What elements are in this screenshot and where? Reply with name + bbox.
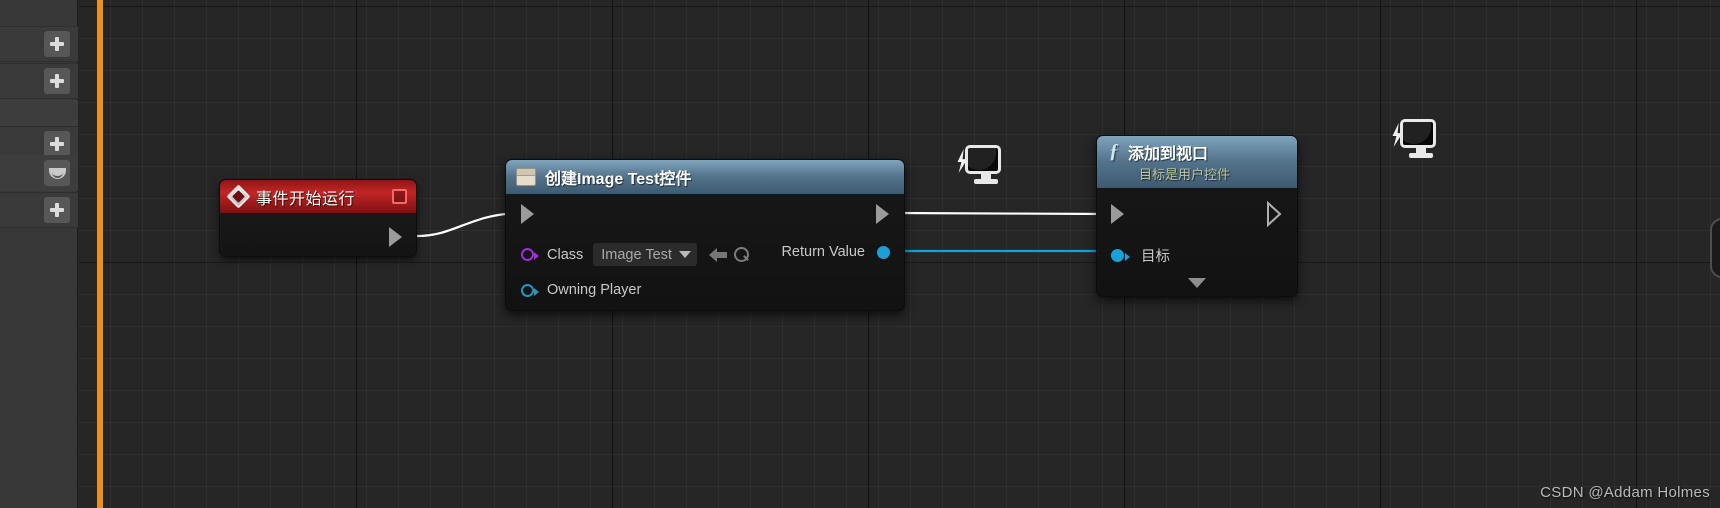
input-row-target: 目标: [1111, 245, 1170, 266]
sidebar-item-add-row-4[interactable]: [0, 192, 78, 228]
input-label-owning-player: Owning Player: [547, 282, 642, 298]
node-add-to-viewport-subtitle: 目标是用户控件: [1139, 166, 1231, 182]
chevron-down-icon[interactable]: [1188, 278, 1206, 288]
sidebar-item-add-row-1[interactable]: [0, 26, 78, 62]
node-event-title: 事件开始运行: [256, 190, 356, 208]
node-event-body: [220, 213, 416, 256]
plus-icon[interactable]: [44, 131, 70, 157]
class-dropdown-value: Image Test: [601, 246, 672, 263]
offscreen-node-edge[interactable]: [1710, 218, 1720, 278]
breakpoint-square-icon[interactable]: [392, 189, 407, 204]
exec-in-pin[interactable]: [521, 204, 534, 224]
monitor-debug-icon[interactable]: [1390, 119, 1436, 161]
owning-player-pin[interactable]: [521, 283, 539, 297]
plus-icon[interactable]: [44, 197, 70, 223]
plus-icon[interactable]: [44, 31, 70, 57]
back-arrow-icon[interactable]: [708, 247, 727, 262]
node-add-to-viewport-titlebar: ƒ 添加到视口 目标是用户控件: [1097, 136, 1297, 188]
node-create-widget-title: 创建Image Test控件: [545, 171, 692, 188]
plus-icon[interactable]: [44, 68, 70, 94]
node-add-to-viewport-title: 添加到视口: [1128, 145, 1209, 163]
input-label-class: Class: [547, 246, 584, 263]
exec-out-pin[interactable]: [876, 204, 889, 224]
target-pin[interactable]: [1111, 249, 1130, 262]
input-row-class: Class Image Test: [521, 243, 749, 266]
monitor-debug-icon[interactable]: [955, 145, 1001, 187]
class-pin[interactable]: [521, 248, 539, 261]
output-row-return-value: Return Value: [781, 244, 890, 260]
node-create-widget[interactable]: 创建Image Test控件 Class Image Test Owning P…: [505, 159, 905, 311]
search-icon[interactable]: [733, 247, 749, 262]
timeline-axis-marker: [97, 0, 103, 508]
node-event-titlebar: 事件开始运行: [220, 180, 416, 213]
exec-out-pin[interactable]: [389, 227, 402, 247]
chevron-down-icon[interactable]: [678, 251, 691, 258]
output-label-return-value: Return Value: [781, 244, 865, 260]
left-sidebar: [0, 0, 78, 508]
blueprint-editor: 事件开始运行 创建Image Test控件 Class Image Test O…: [0, 0, 1720, 508]
watermark-text: CSDN @Addam Holmes: [1540, 484, 1710, 501]
event-diamond-icon: [226, 184, 251, 209]
widget-icon: [516, 168, 536, 186]
exec-out-pin[interactable]: [1265, 201, 1285, 227]
input-row-owning-player: Owning Player: [521, 282, 641, 298]
exec-in-pin[interactable]: [1111, 204, 1124, 224]
input-label-target: 目标: [1141, 249, 1170, 265]
eye-icon[interactable]: [44, 160, 70, 186]
function-fx-icon: ƒ: [1109, 140, 1119, 162]
class-dropdown[interactable]: Image Test: [593, 243, 697, 266]
return-value-pin[interactable]: [877, 245, 890, 259]
sidebar-item-visibility-row[interactable]: [0, 155, 78, 191]
node-add-to-viewport[interactable]: ƒ 添加到视口 目标是用户控件 目标: [1096, 135, 1298, 297]
sidebar-item-add-row-2[interactable]: [0, 63, 78, 99]
monitor-screen-icon: [1400, 119, 1436, 148]
node-event-begin-play[interactable]: 事件开始运行: [219, 179, 417, 257]
node-create-widget-titlebar: 创建Image Test控件: [506, 160, 904, 194]
monitor-screen-icon: [965, 145, 1001, 174]
